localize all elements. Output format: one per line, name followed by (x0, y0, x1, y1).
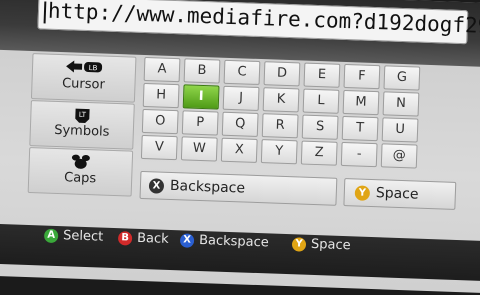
key-r[interactable]: R (261, 113, 299, 139)
y-button-icon: Y (354, 184, 371, 201)
key-b[interactable]: B (183, 58, 221, 84)
svg-text:LT: LT (79, 111, 87, 119)
key-w[interactable]: W (180, 136, 218, 162)
key-o[interactable]: O (141, 108, 179, 135)
key-z[interactable]: Z (300, 140, 338, 166)
cursor-label: Cursor (61, 76, 106, 93)
key-i-selected[interactable]: I (182, 84, 220, 110)
a-button-icon: A (43, 228, 59, 243)
x-button-icon: X (179, 232, 195, 248)
key-d[interactable]: D (263, 61, 301, 87)
key-s[interactable]: S (301, 114, 339, 140)
key-dash[interactable]: - (340, 141, 378, 168)
key-x[interactable]: X (220, 137, 258, 163)
key-a[interactable]: A (143, 56, 181, 83)
caps-label: Caps (63, 170, 97, 187)
key-t[interactable]: T (341, 115, 379, 142)
hint-back: B Back (117, 230, 169, 247)
key-k[interactable]: K (262, 87, 300, 113)
hint-back-label: Back (136, 230, 169, 247)
key-f[interactable]: F (343, 63, 381, 90)
key-m[interactable]: M (342, 89, 380, 116)
hint-space: Y Space (291, 236, 351, 254)
y-button-icon: Y (291, 236, 307, 252)
key-j[interactable]: J (222, 85, 260, 111)
hint-select: A Select (43, 228, 104, 245)
key-u[interactable]: U (381, 117, 419, 143)
hint-space-label: Space (310, 236, 351, 254)
b-button-icon: B (117, 230, 133, 246)
hint-backspace-label: Backspace (198, 232, 270, 251)
key-h[interactable]: H (142, 82, 180, 109)
key-c[interactable]: C (223, 59, 261, 86)
symbols-button[interactable]: LT Symbols (29, 100, 135, 150)
space-label: Space (375, 185, 419, 203)
key-at[interactable]: @ (380, 143, 418, 169)
key-l[interactable]: L (302, 88, 340, 114)
svg-text:LB: LB (89, 64, 98, 72)
space-button[interactable]: Y Space (343, 178, 457, 210)
text-caret (43, 1, 47, 24)
symbols-label: Symbols (53, 122, 110, 140)
key-n[interactable]: N (382, 91, 420, 117)
key-q[interactable]: Q (221, 111, 259, 137)
key-v[interactable]: V (140, 134, 178, 161)
backspace-label: Backspace (169, 177, 246, 197)
caps-button[interactable]: Caps (27, 147, 134, 197)
keyboard-screen: http://www.mediafire.com?d192dogf29gwxhm… (0, 0, 480, 294)
key-y[interactable]: Y (260, 139, 298, 165)
key-p[interactable]: P (181, 110, 219, 136)
hint-backspace: X Backspace (179, 232, 270, 251)
key-g[interactable]: G (383, 65, 421, 91)
hint-select-label: Select (62, 228, 104, 245)
cursor-button[interactable]: LB Cursor (30, 53, 137, 103)
backspace-button[interactable]: X Backspace (139, 170, 338, 206)
x-button-icon: X (148, 177, 165, 194)
key-e[interactable]: E (303, 62, 341, 88)
